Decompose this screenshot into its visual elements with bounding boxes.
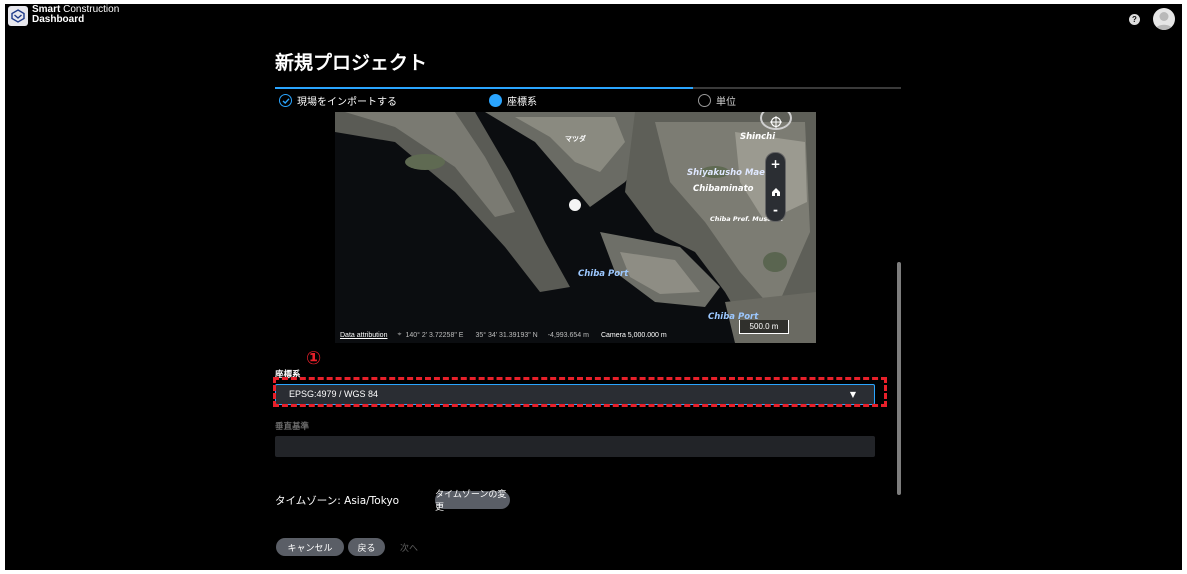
active-step-icon [489,94,502,107]
step-import-site[interactable]: 現場をインポートする [279,93,397,108]
camera-readout: Camera 5,000.000 m [600,331,667,339]
step-label: 単位 [716,97,736,108]
satellite-imagery [335,112,816,343]
timezone-text: タイムゾーン: Asia/Tokyo [275,495,400,507]
map-label: Chibaminato [693,184,754,194]
map-label: Shinchi [740,132,776,142]
help-icon[interactable]: ? [1129,14,1140,25]
next-button[interactable]: 次へ [400,541,418,554]
crosshair-icon: ⌖ [397,331,402,338]
change-timezone-button[interactable]: タイムゾーンの変更 [435,490,510,513]
zoom-out-button[interactable]: - [773,203,778,217]
map-status-bar: Data attribution ⌖ 140° 2' 3.72258" E 35… [335,327,816,343]
scrollbar-thumb[interactable] [897,262,901,495]
home-icon[interactable] [771,182,781,196]
app-window: Smart Construction Dashboard ? 新規プロジェクト … [5,4,1182,570]
step-label: 座標系 [507,97,537,108]
app-logo-icon[interactable] [8,6,28,26]
page-title: 新規プロジェクト [275,52,428,74]
step-coordinate-system[interactable]: 座標系 [489,93,537,108]
step-label: 現場をインポートする [297,97,397,108]
map-label: Chiba Port [578,269,629,279]
height-readout: -4,993.654 m [547,331,589,339]
cancel-button[interactable]: キャンセル [276,538,344,556]
annotation-marker: ① [306,348,322,369]
app-name-line2: Dashboard [32,14,85,25]
vertical-datum-label: 垂直基準 [275,422,310,432]
avatar[interactable] [1153,8,1175,30]
check-circle-icon [279,94,292,107]
longitude-readout: 140° 2' 3.72258" E [405,331,464,339]
data-attribution-link[interactable]: Data attribution [340,332,387,339]
step-units[interactable]: 単位 [698,93,736,108]
app-name: Smart Construction Dashboard [32,5,119,25]
zoom-controls: + - [765,152,786,222]
pending-step-icon [698,94,711,107]
zoom-in-button[interactable]: + [770,157,780,171]
annotation-highlight-box [273,377,887,407]
vertical-datum-select [275,436,875,457]
back-button[interactable]: 戻る [348,538,385,556]
map-label: マツダ [565,135,586,143]
latitude-readout: 35° 34' 31.39193" N [475,331,538,339]
map-label: Shiyakusho Mae [687,168,765,178]
map-viewer[interactable]: マツダ Shinchi Shiyakusho Mae Chibaminato C… [335,112,816,343]
stepper-progress [275,87,693,89]
